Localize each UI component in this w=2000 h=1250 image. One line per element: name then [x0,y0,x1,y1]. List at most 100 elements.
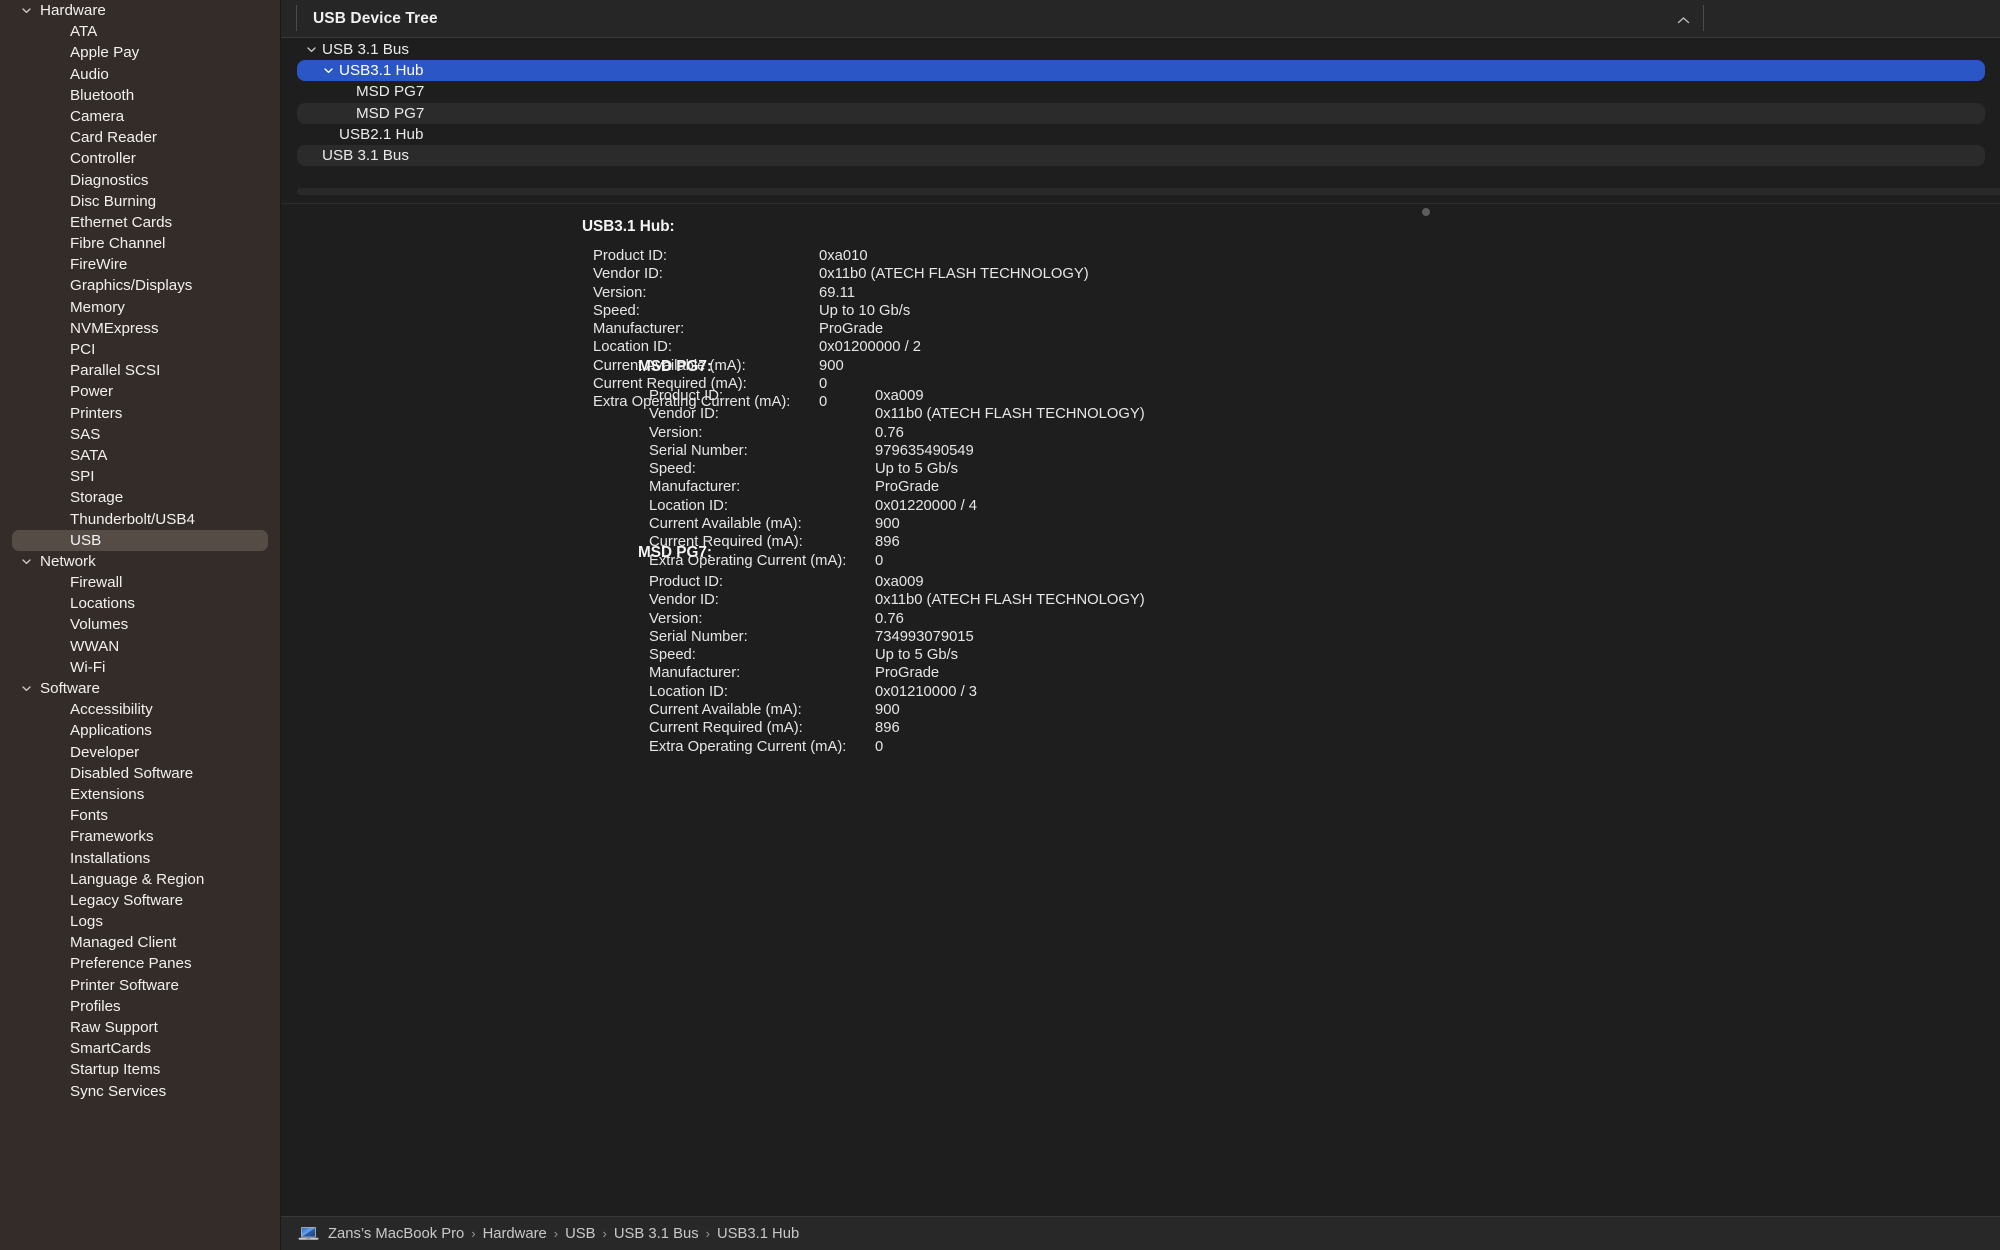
sidebar-item-developer[interactable]: Developer [12,742,268,763]
sidebar-item-raw-support[interactable]: Raw Support [12,1017,268,1038]
sidebar-item-installations[interactable]: Installations [12,848,268,869]
sidebar-item-sas[interactable]: SAS [12,424,268,445]
sort-ascending-icon[interactable] [1677,12,1690,30]
breadcrumb: Zans’s MacBook Pro › Hardware › USB › USB 3.1 … [281,1226,799,1242]
sidebar-item-label: Profiles [70,997,121,1015]
sidebar-item-profiles[interactable]: Profiles [12,996,268,1017]
detail-row-value: 979635490549 [875,442,974,459]
sidebar-item-language-region[interactable]: Language & Region [12,869,268,890]
detail-row-key: Serial Number: [649,628,748,645]
chevron-down-icon[interactable] [19,551,33,572]
sidebar-item-managed-client[interactable]: Managed Client [12,932,268,953]
sidebar: Hardware ATA Apple Pay Audio Bluetooth Camera… [0,0,280,1250]
detail-row-vendor-id: Vendor ID: 0x11b0 (ATECH FLASH TECHNOLOGY… [649,405,1145,423]
sidebar-item-graphics-displays[interactable]: Graphics/Displays [12,275,268,296]
sidebar-item-firewire[interactable]: FireWire [12,254,268,275]
sidebar-item-parallel-scsi[interactable]: Parallel SCSI [12,360,268,381]
sidebar-item-wwan[interactable]: WWAN [12,636,268,657]
sidebar-item-audio[interactable]: Audio [12,64,268,85]
sidebar-item-sata[interactable]: SATA [12,445,268,466]
tree-row-usb2-1-hub[interactable]: USB2.1 Hub [297,124,1985,145]
chevron-down-icon[interactable] [321,60,335,81]
sidebar-item-bluetooth[interactable]: Bluetooth [12,85,268,106]
sidebar-item-label: Locations [70,595,136,613]
sidebar-item-label: Thunderbolt/USB4 [70,510,195,528]
sidebar-item-fonts[interactable]: Fonts [12,805,268,826]
tree-row-usb-3-1-bus[interactable]: USB 3.1 Bus [297,39,1985,60]
sidebar-group-hardware[interactable]: Hardware [0,0,280,21]
sidebar-item-label: SATA [70,446,108,464]
sidebar-item-ata[interactable]: ATA [12,21,268,42]
sidebar-item-pci[interactable]: PCI [12,339,268,360]
sidebar-item-label: Developer [70,743,140,761]
sidebar-item-label: Logs [70,913,103,931]
sidebar-item-disc-burning[interactable]: Disc Burning [12,191,268,212]
sidebar-item-printer-software[interactable]: Printer Software [12,975,268,996]
breadcrumb-item-usb3-1-hub[interactable]: USB3.1 Hub [717,1226,799,1242]
sidebar-group-software[interactable]: Software [0,678,280,699]
sidebar-item-disabled-software[interactable]: Disabled Software [12,763,268,784]
breadcrumb-item-usb-3-1-bus[interactable]: USB 3.1 Bus [614,1226,699,1242]
sidebar-item-firewall[interactable]: Firewall [12,572,268,593]
tree-row-usb3-1-hub[interactable]: USB3.1 Hub [297,60,1985,82]
detail-row-product-id: Product ID: 0xa009 [649,387,924,405]
sidebar-item-usb[interactable]: USB [12,529,268,551]
sidebar-item-storage[interactable]: Storage [12,487,268,508]
detail-row-key: Extra Operating Current (mA): [649,738,847,755]
tree-row-usb-3-1-bus[interactable]: USB 3.1 Bus [297,144,1985,167]
tree-row-msd-pg7[interactable]: MSD PG7 [297,102,1985,124]
tree-column-header[interactable]: USB Device Tree [281,0,2000,38]
sidebar-item-label: Card Reader [70,129,157,147]
detail-row-version: Version: 0.76 [649,424,904,442]
tree-horizontal-scrollbar[interactable] [297,188,2000,195]
sidebar-item-controller[interactable]: Controller [12,148,268,169]
sidebar-item-memory[interactable]: Memory [12,297,268,318]
sidebar-item-label: Preference Panes [70,955,192,973]
sidebar-item-extensions[interactable]: Extensions [12,784,268,805]
breadcrumb-item-zans-s-macbook-pro[interactable]: Zans’s MacBook Pro [328,1226,464,1242]
detail-row-version: Version: 69.11 [593,284,855,302]
sidebar-item-accessibility[interactable]: Accessibility [12,699,268,720]
breadcrumb-item-usb[interactable]: USB [565,1226,595,1242]
sidebar-item-logs[interactable]: Logs [12,911,268,932]
sidebar-item-spi[interactable]: SPI [12,466,268,487]
chevron-down-icon[interactable] [19,678,33,699]
chevron-down-icon[interactable] [19,0,33,21]
detail-row-key: Version: [649,424,703,441]
splitter-grip-icon[interactable] [1422,208,1430,216]
sidebar-group-network[interactable]: Network [0,551,280,572]
sidebar-item-power[interactable]: Power [12,381,268,402]
sidebar-item-diagnostics[interactable]: Diagnostics [12,170,268,191]
sidebar-item-preference-panes[interactable]: Preference Panes [12,953,268,974]
sidebar-item-frameworks[interactable]: Frameworks [12,826,268,847]
sidebar-item-thunderbolt-usb4[interactable]: Thunderbolt/USB4 [12,509,268,530]
sidebar-item-apple-pay[interactable]: Apple Pay [12,42,268,63]
sidebar-item-smartcards[interactable]: SmartCards [12,1038,268,1059]
sidebar-item-locations[interactable]: Locations [12,593,268,614]
sidebar-item-volumes[interactable]: Volumes [12,614,268,635]
sidebar-item-nvmexpress[interactable]: NVMExpress [12,318,268,339]
pane-splitter[interactable] [281,203,2000,217]
tree-row-msd-pg7[interactable]: MSD PG7 [297,81,1985,102]
header-divider-right[interactable] [1703,5,1704,31]
sidebar-item-fibre-channel[interactable]: Fibre Channel [12,233,268,254]
detail-row-location-id: Location ID: 0x01210000 / 3 [649,683,977,701]
sidebar-item-sync-services[interactable]: Sync Services [12,1081,268,1102]
sidebar-item-legacy-software[interactable]: Legacy Software [12,890,268,911]
detail-row-key: Speed: [593,302,640,319]
sidebar-item-camera[interactable]: Camera [12,106,268,127]
sidebar-item-card-reader[interactable]: Card Reader [12,127,268,148]
sidebar-item-ethernet-cards[interactable]: Ethernet Cards [12,212,268,233]
sidebar-item-applications[interactable]: Applications [12,720,268,741]
sidebar-item-printers[interactable]: Printers [12,403,268,424]
chevron-down-icon[interactable] [304,39,318,60]
sidebar-item-label: Firewall [70,574,123,592]
sidebar-item-wi-fi[interactable]: Wi-Fi [12,657,268,678]
detail-row-key: Vendor ID: [649,592,719,609]
sidebar-item-label: Disabled Software [70,764,194,782]
sidebar-item-startup-items[interactable]: Startup Items [12,1059,268,1080]
breadcrumb-item-hardware[interactable]: Hardware [483,1226,547,1242]
bottom-bar: Zans’s MacBook Pro › Hardware › USB › USB 3.1 … [281,1216,2000,1250]
detail-row-value: 734993079015 [875,628,974,645]
detail-row-key: Serial Number: [649,442,748,459]
